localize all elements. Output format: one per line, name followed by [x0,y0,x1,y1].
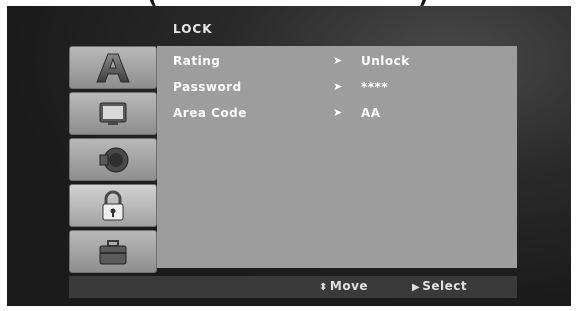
tab-others[interactable] [69,230,157,273]
tab-language[interactable] [69,46,157,89]
padlock-icon [102,190,124,220]
monitor-icon [99,102,127,125]
select-hint: ▶ Select [412,279,467,293]
arrow-right-icon: ➤ [333,54,343,67]
setting-label: Rating [173,54,221,68]
settings-panel: Rating ➤ Unlock Password ➤ **** Area Cod… [157,46,517,268]
arrow-right-icon: ➤ [333,80,343,93]
play-arrow-icon: ▶ [412,282,421,293]
setting-label: Area Code [173,106,247,120]
setting-row-rating[interactable]: Rating ➤ Unlock [173,54,513,72]
arrow-right-icon: ➤ [333,106,343,119]
setting-value: AA [361,106,381,120]
setting-value: **** [361,80,389,94]
speaker-icon [99,147,129,172]
updown-arrow-icon: ⬍ [319,282,328,293]
page-title: LOCK [173,22,213,36]
tab-lock[interactable] [69,184,157,227]
footer-hints: ⬍ Move ▶ Select [69,276,517,298]
move-label: Move [329,279,369,293]
setting-value: Unlock [361,54,410,68]
select-label: Select [422,279,468,293]
menu-tabs [69,46,163,276]
setting-row-area-code[interactable]: Area Code ➤ AA [173,106,513,124]
letter-a-icon [96,53,130,82]
setting-label: Password [173,80,242,94]
move-hint: ⬍ Move [319,279,368,293]
tab-display[interactable] [69,92,157,135]
setting-row-password[interactable]: Password ➤ **** [173,80,513,98]
setup-screen: LOCK Rating ➤ Unlock Password ➤ **** Are… [7,6,571,306]
briefcase-icon [99,239,127,264]
tab-audio[interactable] [69,138,157,181]
